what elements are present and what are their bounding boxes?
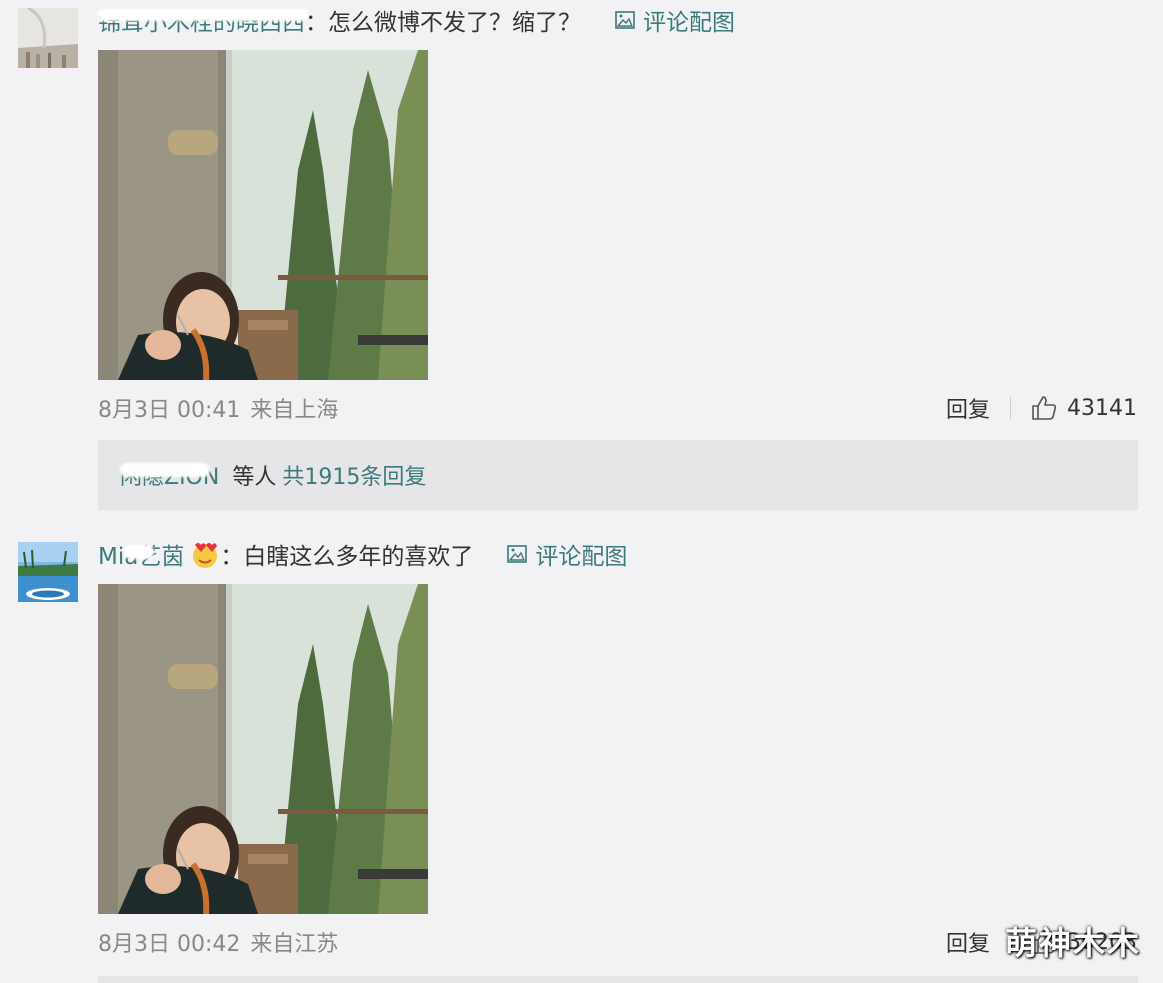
privacy-blur xyxy=(120,463,210,477)
like-count: 43141 xyxy=(1067,395,1137,421)
love-emoji-icon xyxy=(190,539,220,569)
privacy-blur xyxy=(124,545,154,559)
image-icon xyxy=(615,11,635,29)
user-avatar[interactable] xyxy=(18,8,78,68)
comment-picture-link[interactable]: 评论配图 xyxy=(507,537,627,571)
comment-meta: 8月3日 00:41 来自上海 xyxy=(98,388,338,428)
comment-picture-label: 评论配图 xyxy=(535,544,628,570)
comment-text: 白瞎这么多年的喜欢了 xyxy=(243,544,474,570)
watermark: 萌神木木 xyxy=(1004,924,1141,962)
reply-button[interactable]: 回复 xyxy=(946,392,990,424)
comment-picture-label: 评论配图 xyxy=(643,10,735,36)
reply-mid-text: 等人 xyxy=(232,465,277,490)
comment-actions: 回复 43141 xyxy=(946,388,1137,428)
comment-time: 8月3日 00:42 xyxy=(98,932,241,957)
comment-photo[interactable] xyxy=(98,584,428,914)
reply-button[interactable]: 回复 xyxy=(946,926,990,958)
comment-colon: ： xyxy=(220,544,244,570)
comment-colon: ： xyxy=(305,10,328,36)
comment-time: 8月3日 00:41 xyxy=(98,398,241,423)
comment-text: 怎么微博不发了？缩了？ xyxy=(328,10,581,36)
comment-location: 来自上海 xyxy=(250,398,339,423)
like-button[interactable]: 43141 xyxy=(1031,395,1137,421)
thumbs-up-icon xyxy=(1032,396,1057,420)
divider xyxy=(1010,397,1011,419)
comment-picture-link[interactable]: 评论配图 xyxy=(615,3,735,37)
user-avatar[interactable] xyxy=(18,542,78,602)
comment-meta: 8月3日 00:42 来自江苏 xyxy=(98,922,338,962)
comment-username[interactable]: 锦茸小木栓的晓西西 xyxy=(98,3,308,37)
reply-count-link[interactable]: 共1915条回复 xyxy=(282,465,426,490)
comment-location: 来自江苏 xyxy=(250,932,339,957)
next-reply-summary xyxy=(98,976,1138,983)
comment-photo[interactable] xyxy=(98,50,428,380)
privacy-blur xyxy=(98,9,308,21)
reply-summary[interactable]: 闲隐ZION 等人 共1915条回复 xyxy=(98,440,1138,510)
comment-line: Mia艺茵 ： 白瞎这么多年的喜欢了 评论配图 xyxy=(98,534,627,574)
image-icon xyxy=(507,545,528,563)
comment-line: 锦茸小木栓的晓西西 ： 怎么微博不发了？缩了？ 评论配图 xyxy=(98,0,735,40)
comment-username[interactable]: Mia艺茵 xyxy=(98,537,184,571)
